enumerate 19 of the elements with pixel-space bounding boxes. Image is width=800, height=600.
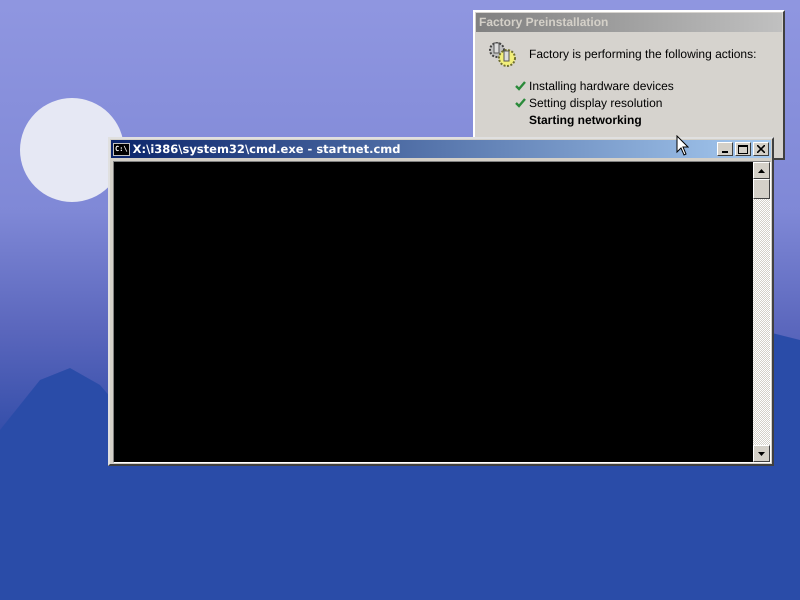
intro-text: Factory is performing the following actions: bbox=[529, 47, 756, 61]
close-button[interactable] bbox=[753, 142, 769, 156]
minimize-button[interactable] bbox=[717, 142, 733, 156]
action-text: Setting display resolution bbox=[529, 96, 662, 110]
dialog-title: Factory Preinstallation bbox=[476, 13, 782, 32]
scroll-down-button[interactable] bbox=[753, 445, 770, 462]
mouse-pointer-icon bbox=[676, 135, 689, 156]
maximize-button[interactable] bbox=[735, 142, 751, 156]
scroll-up-button[interactable] bbox=[753, 162, 770, 179]
action-text: Installing hardware devices bbox=[529, 78, 674, 92]
up-arrow-icon bbox=[758, 168, 765, 172]
scroll-thumb[interactable] bbox=[753, 179, 770, 199]
vertical-scrollbar[interactable] bbox=[753, 162, 770, 462]
maximize-icon bbox=[738, 144, 748, 154]
down-arrow-icon bbox=[758, 452, 765, 456]
action-text: Starting networking bbox=[529, 112, 642, 126]
close-icon bbox=[757, 145, 765, 153]
window-title: X:\i386\system32\cmd.exe - startnet.cmd bbox=[132, 142, 400, 156]
gears-icon bbox=[487, 39, 519, 69]
